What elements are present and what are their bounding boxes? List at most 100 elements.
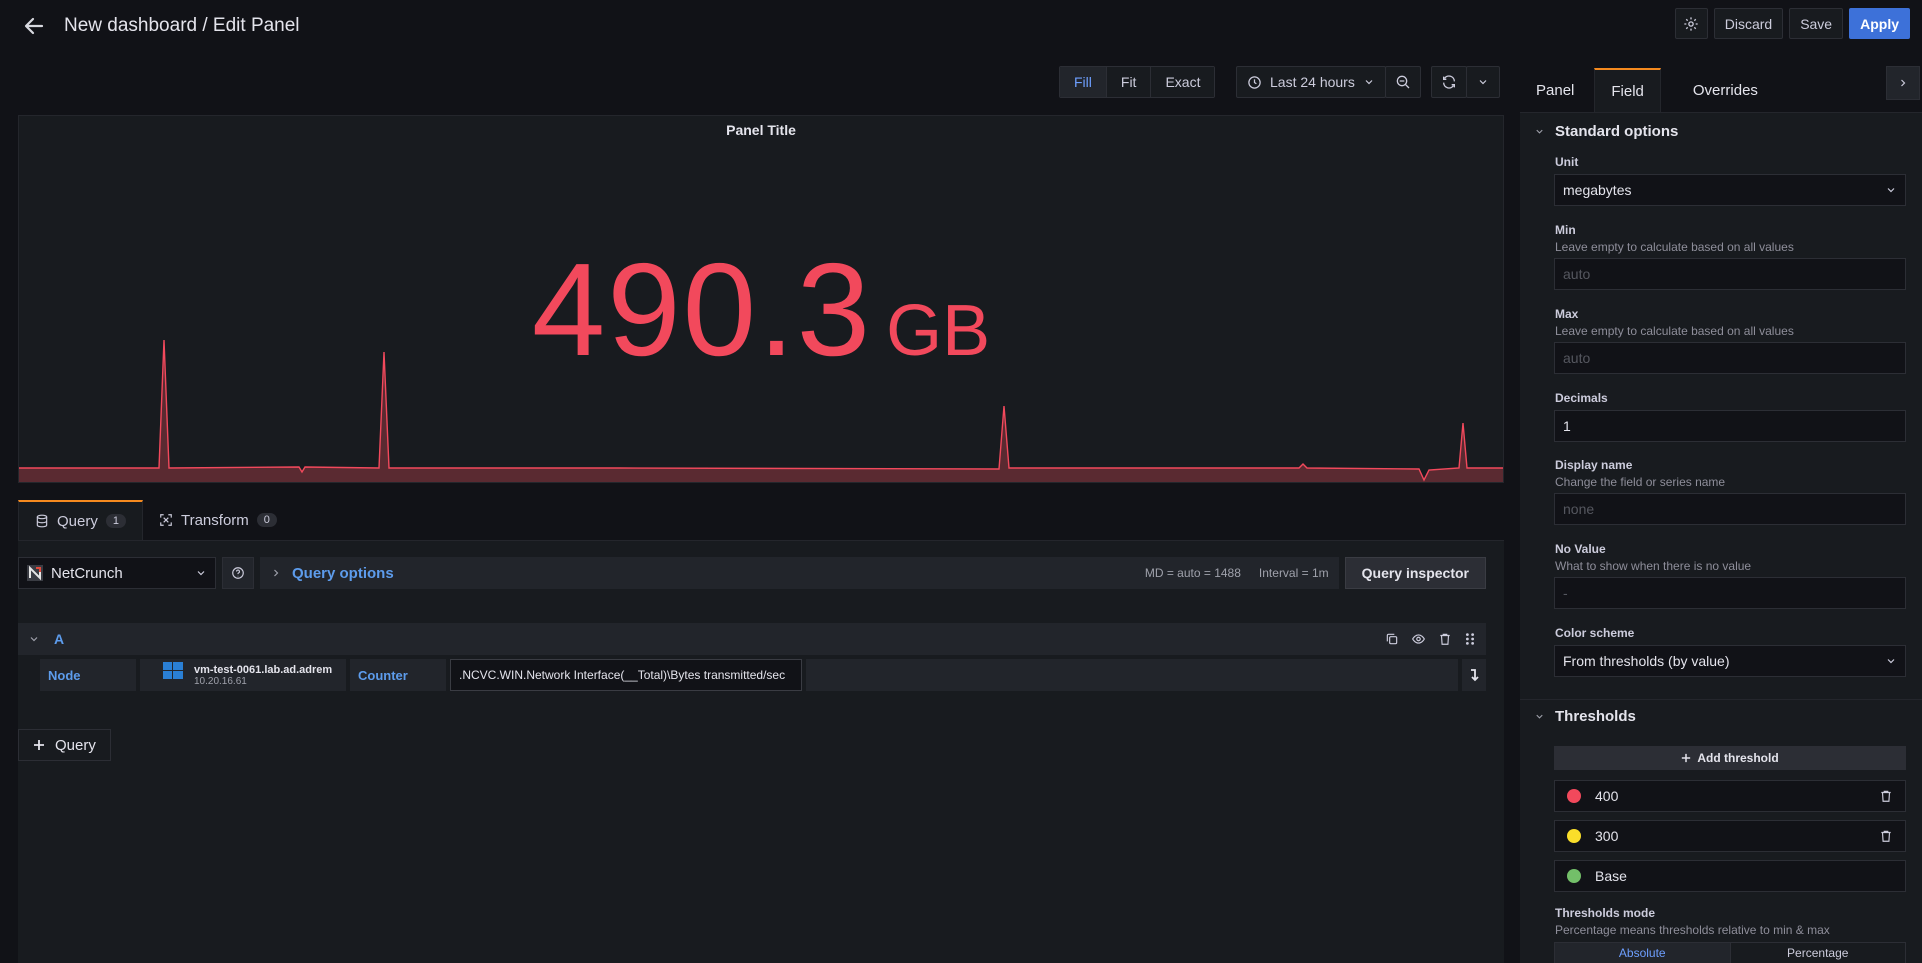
unit-select[interactable]: megabytes <box>1554 174 1906 206</box>
threshold-color-swatch[interactable] <box>1567 829 1581 843</box>
standard-options-header[interactable]: Standard options <box>1520 123 1678 140</box>
datasource-select[interactable]: NetCrunch <box>18 557 216 589</box>
view-mode-fit[interactable]: Fit <box>1106 67 1152 97</box>
query-row-actions <box>1385 632 1476 646</box>
node-name: vm-test-0061.lab.ad.adrem <box>194 663 333 676</box>
panel-title[interactable]: Panel Title <box>19 122 1503 138</box>
time-controls: Last 24 hours <box>1236 66 1500 98</box>
max-input[interactable]: auto <box>1554 342 1906 374</box>
collapse-sidebar-button[interactable] <box>1886 66 1920 100</box>
node-label: Node <box>40 659 136 691</box>
clock-icon <box>1248 75 1261 89</box>
tab-query[interactable]: Query 1 <box>18 500 143 540</box>
time-range-picker[interactable]: Last 24 hours <box>1236 66 1386 98</box>
threshold-item-300[interactable]: 300 <box>1554 820 1906 852</box>
view-mode-segment: Fill Fit Exact <box>1059 66 1216 98</box>
tab-query-label: Query <box>57 512 98 530</box>
chevron-right-icon <box>1901 79 1906 87</box>
zoom-out-button[interactable] <box>1384 66 1421 98</box>
trash-icon[interactable] <box>1879 789 1893 803</box>
threshold-color-swatch[interactable] <box>1567 869 1581 883</box>
decimals-label: Decimals <box>1555 391 1608 405</box>
tab-field[interactable]: Field <box>1594 68 1661 112</box>
sidebar-tabs: Panel Field Overrides <box>1520 68 1774 112</box>
counter-jump-button[interactable] <box>1462 659 1486 691</box>
query-options-label: Query options <box>292 564 394 582</box>
options-sidebar: Panel Field Overrides Standard options U… <box>1520 60 1922 963</box>
stat-unit: GB <box>886 291 991 371</box>
datasource-help-button[interactable] <box>222 557 254 589</box>
threshold-color-swatch[interactable] <box>1567 789 1581 803</box>
node-ip: 10.20.16.61 <box>194 675 247 687</box>
panel-preview: Panel Title 490.3 GB <box>18 115 1504 483</box>
no-value-input[interactable]: - <box>1554 577 1906 609</box>
add-threshold-button[interactable]: Add threshold <box>1554 746 1906 770</box>
threshold-item-base[interactable]: Base <box>1554 860 1906 892</box>
query-options-bar[interactable]: Query options MD = auto = 1488 Interval … <box>260 557 1339 589</box>
unit-label: Unit <box>1555 155 1579 169</box>
tab-panel[interactable]: Panel <box>1520 68 1590 112</box>
min-input[interactable]: auto <box>1554 258 1906 290</box>
chevron-down-icon[interactable] <box>28 633 40 645</box>
transform-icon <box>160 514 172 526</box>
save-button[interactable]: Save <box>1789 8 1844 39</box>
node-select[interactable]: vm-test-0061.lab.ad.adrem 10.20.16.61 <box>140 659 346 691</box>
thresholds-header[interactable]: Thresholds <box>1520 708 1636 725</box>
threshold-item-400[interactable]: 400 <box>1554 780 1906 812</box>
thresholds-mode-segment: Absolute Percentage <box>1554 942 1906 963</box>
min-description: Leave empty to calculate based on all va… <box>1555 240 1794 254</box>
threshold-value: 400 <box>1595 788 1619 804</box>
discard-button[interactable]: Discard <box>1713 8 1784 39</box>
threshold-value: Base <box>1595 868 1627 884</box>
copy-icon[interactable] <box>1385 632 1399 646</box>
query-ref-id: A <box>54 631 65 647</box>
chevron-down-icon <box>1365 80 1373 85</box>
datasource-name: NetCrunch <box>51 564 123 582</box>
settings-button[interactable] <box>1674 8 1708 39</box>
tab-transform-label: Transform <box>180 511 249 529</box>
query-row-header[interactable]: A <box>18 623 1486 655</box>
add-query-label: Query <box>55 736 96 754</box>
top-bar: New dashboard / Edit Panel Discard Save … <box>0 0 1922 52</box>
netcrunch-logo-icon <box>27 565 43 581</box>
color-scheme-value: From thresholds (by value) <box>1563 653 1730 669</box>
color-scheme-label: Color scheme <box>1555 626 1635 640</box>
trash-icon[interactable] <box>1879 829 1893 843</box>
display-name-input[interactable]: none <box>1554 493 1906 525</box>
decimals-input[interactable]: 1 <box>1554 410 1906 442</box>
top-actions: Discard Save Apply <box>1674 8 1910 39</box>
question-circle-icon <box>232 567 244 579</box>
view-mode-fill[interactable]: Fill <box>1060 67 1107 97</box>
query-inspector-button[interactable]: Query inspector <box>1344 557 1486 589</box>
refresh-interval-button[interactable] <box>1465 66 1500 98</box>
max-data-points: MD = auto = 1488 <box>1144 566 1241 580</box>
back-arrow-icon[interactable] <box>22 14 46 38</box>
stat-value-display: 490.3 GB <box>19 244 1503 376</box>
unit-value: megabytes <box>1563 182 1632 198</box>
eye-icon[interactable] <box>1411 632 1426 646</box>
max-description: Leave empty to calculate based on all va… <box>1555 324 1794 338</box>
apply-button[interactable]: Apply <box>1849 8 1910 39</box>
query-options-meta: MD = auto = 1488 Interval = 1m <box>1145 566 1329 580</box>
refresh-button[interactable] <box>1430 66 1467 98</box>
color-scheme-select[interactable]: From thresholds (by value) <box>1554 645 1906 677</box>
trash-icon[interactable] <box>1438 632 1452 646</box>
query-editor: NetCrunch Query options MD = auto = 1488 <box>18 540 1504 963</box>
counter-input[interactable]: .NCVC.WIN.Network Interface(__Total)\Byt… <box>450 659 802 691</box>
chevron-down-icon <box>197 571 205 576</box>
mode-absolute[interactable]: Absolute <box>1555 943 1731 963</box>
display-name-label: Display name <box>1555 458 1633 472</box>
min-label: Min <box>1555 223 1576 237</box>
plus-icon <box>1682 753 1691 763</box>
drag-handle-icon[interactable] <box>1464 632 1476 646</box>
sidebar-body: Standard options Unit megabytes Min Leav… <box>1520 112 1922 963</box>
chevron-down-icon <box>1536 714 1543 719</box>
windows-logo-icon <box>163 662 183 679</box>
view-mode-exact[interactable]: Exact <box>1151 67 1215 97</box>
tab-transform[interactable]: Transform 0 <box>143 500 293 540</box>
add-query-button[interactable]: Query <box>18 729 111 761</box>
thresholds-title: Thresholds <box>1555 708 1636 725</box>
mode-percentage[interactable]: Percentage <box>1731 943 1906 963</box>
tab-overrides[interactable]: Overrides <box>1677 68 1774 112</box>
tab-query-count: 1 <box>105 514 126 528</box>
